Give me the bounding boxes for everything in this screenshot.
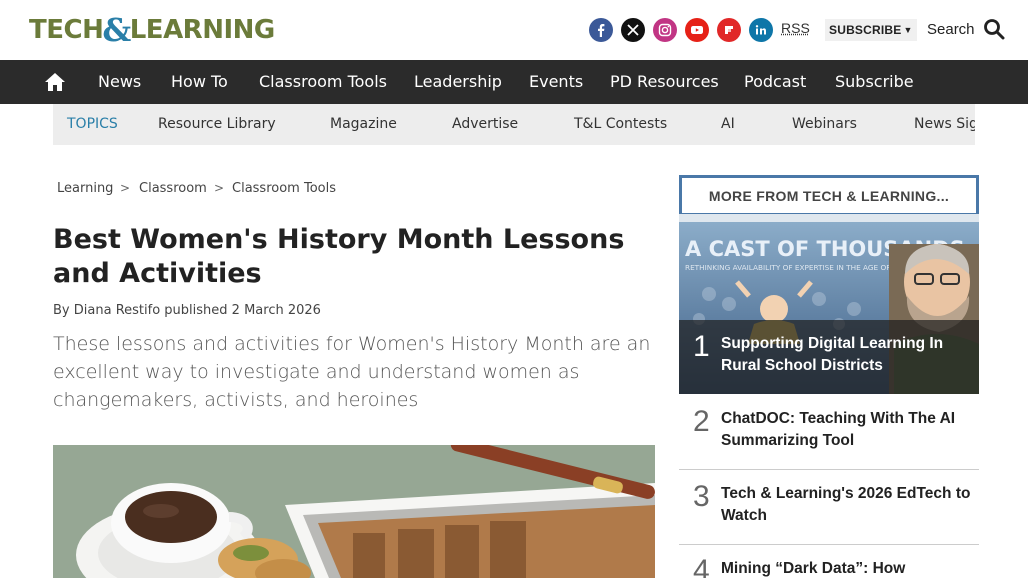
topic-webinars[interactable]: Webinars: [792, 104, 857, 145]
article-byline: By Diana Restifo published 2 March 2026: [53, 303, 321, 318]
search-label: Search: [927, 21, 975, 38]
site-header: TECH & LEARNING RSS SUBSCRIBE ▼ Search: [0, 0, 1028, 60]
breadcrumb-learning[interactable]: Learning: [57, 181, 113, 196]
nav-item-events[interactable]: Events: [529, 60, 583, 104]
social-links: [589, 18, 773, 42]
facebook-icon[interactable]: [589, 18, 613, 42]
logo-text-tech: TECH: [29, 15, 103, 45]
sidebar-heading: MORE FROM TECH & LEARNING...: [679, 175, 979, 216]
published-label: published: [164, 303, 227, 318]
nav-item-podcast[interactable]: Podcast: [744, 60, 806, 104]
site-logo[interactable]: TECH & LEARNING: [29, 14, 275, 46]
nav-item-how-to[interactable]: How To: [171, 60, 228, 104]
sidebar-article-link[interactable]: Tech & Learning's 2026 EdTech to Watch: [721, 483, 971, 527]
x-icon[interactable]: [621, 18, 645, 42]
caret-down-icon: ▼: [903, 25, 912, 35]
rank-number: 1: [693, 330, 710, 364]
nav-item-news[interactable]: News: [98, 60, 141, 104]
topic-tl-contests[interactable]: T&L Contests: [574, 104, 667, 145]
breadcrumb-classroom-tools[interactable]: Classroom Tools: [232, 181, 336, 196]
sidebar-divider: [679, 469, 979, 470]
article-standfirst: These lessons and activities for Women's…: [53, 330, 653, 414]
rank-number: 4: [693, 554, 710, 578]
by-label: By: [53, 303, 70, 318]
sidebar-article-link[interactable]: ChatDOC: Teaching With The AI Summarizin…: [721, 408, 971, 452]
topics-label: TOPICS: [67, 104, 118, 145]
main-nav: News How To Classroom Tools Leadership E…: [0, 60, 1028, 104]
publish-date: 2 March 2026: [232, 303, 321, 318]
home-icon[interactable]: [44, 71, 66, 93]
linkedin-icon[interactable]: [749, 18, 773, 42]
topic-magazine[interactable]: Magazine: [330, 104, 397, 145]
hero-image: [53, 445, 655, 578]
breadcrumb-separator: >: [120, 181, 130, 195]
youtube-icon[interactable]: [685, 18, 709, 42]
logo-ampersand: &: [102, 11, 130, 49]
sidebar-divider: [679, 544, 979, 545]
breadcrumb-separator: >: [214, 181, 224, 195]
subscribe-label: SUBSCRIBE: [829, 23, 901, 37]
logo-text-learning: LEARNING: [130, 15, 275, 45]
topic-advertise[interactable]: Advertise: [452, 104, 518, 145]
topic-news-sig[interactable]: News Sig: [914, 104, 975, 145]
topic-ai[interactable]: AI: [721, 104, 735, 145]
nav-item-classroom-tools[interactable]: Classroom Tools: [259, 60, 387, 104]
hero-illustration: [53, 445, 655, 578]
article-title: Best Women's History Month Lessons and A…: [53, 223, 663, 291]
rank-number: 3: [693, 480, 710, 514]
flipboard-icon[interactable]: [717, 18, 741, 42]
nav-item-subscribe[interactable]: Subscribe: [835, 60, 914, 104]
subscribe-dropdown[interactable]: SUBSCRIBE ▼: [825, 19, 917, 41]
sidebar-article-link[interactable]: Mining “Dark Data”: How: [721, 558, 971, 578]
rank-number: 2: [693, 405, 710, 439]
nav-item-pd-resources[interactable]: PD Resources: [610, 60, 719, 104]
instagram-icon[interactable]: [653, 18, 677, 42]
rss-link[interactable]: RSS: [781, 20, 810, 36]
breadcrumb-classroom[interactable]: Classroom: [139, 181, 207, 196]
topic-resource-library[interactable]: Resource Library: [158, 104, 276, 145]
sidebar-article-link[interactable]: Supporting Digital Learning In Rural Sch…: [721, 333, 971, 377]
search-icon: [983, 18, 1005, 40]
feature-banner-subtitle: RETHINKING AVAILABILITY OF EXPERTISE IN …: [685, 263, 900, 272]
search-button[interactable]: Search: [927, 18, 1005, 40]
nav-item-leadership[interactable]: Leadership: [414, 60, 502, 104]
topics-bar: TOPICS Resource Library Magazine Adverti…: [53, 104, 975, 145]
author-link[interactable]: Diana Restifo: [74, 303, 160, 318]
